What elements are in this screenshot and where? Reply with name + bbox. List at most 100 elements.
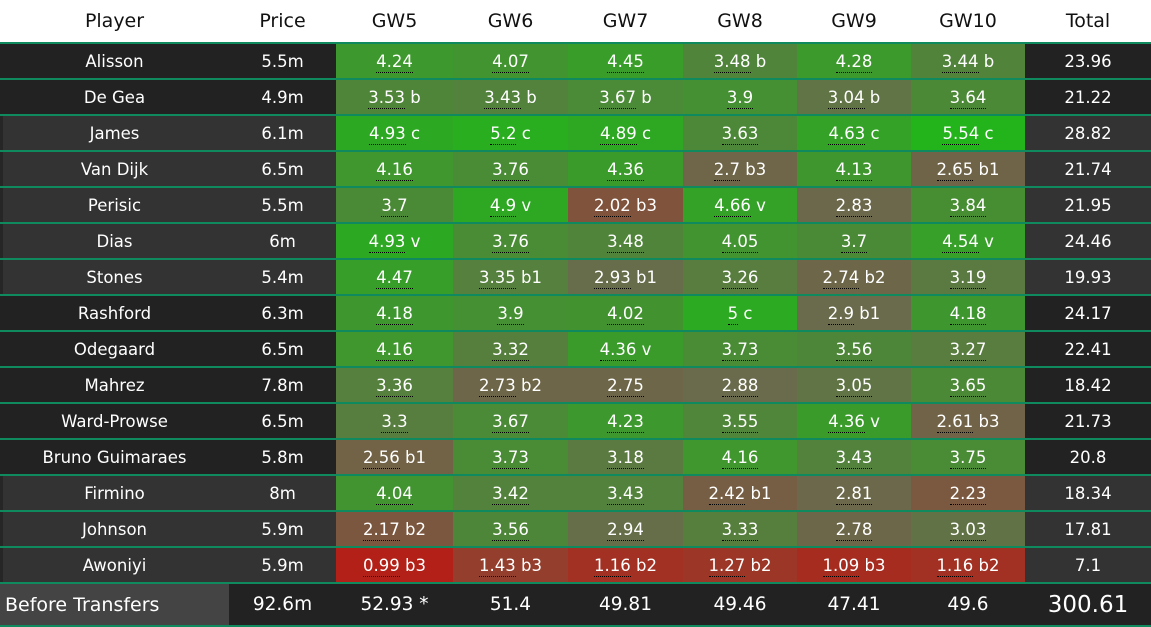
gw-points-cell[interactable]: 1.16 b2 — [568, 547, 683, 584]
player-name[interactable]: Alisson — [0, 43, 229, 80]
gw-points-cell[interactable]: 4.54 v — [911, 223, 1025, 260]
column-header-gw7[interactable]: GW7 — [568, 0, 683, 44]
gw-points-cell[interactable]: 3.44 b — [911, 43, 1025, 80]
gw-points-cell[interactable]: 3.36 — [336, 367, 453, 404]
gw-points-cell[interactable]: 3.42 — [453, 475, 568, 512]
gw-points-cell[interactable]: 4.28 — [797, 43, 911, 80]
gw-points-cell[interactable]: 2.74 b2 — [797, 259, 911, 296]
gw-points-cell[interactable]: 2.94 — [568, 511, 683, 548]
gw-points-cell[interactable]: 3.3 — [336, 403, 453, 440]
gw-points-cell[interactable]: 3.27 — [911, 331, 1025, 368]
gw-points-cell[interactable]: 1.09 b3 — [797, 547, 911, 584]
gw-points-cell[interactable]: 4.23 — [568, 403, 683, 440]
gw-points-cell[interactable]: 3.75 — [911, 439, 1025, 476]
gw-points-cell[interactable]: 4.04 — [336, 475, 453, 512]
gw-points-cell[interactable]: 3.67 b — [568, 79, 683, 116]
gw-points-cell[interactable]: 4.02 — [568, 295, 683, 332]
gw-points-cell[interactable]: 2.23 — [911, 475, 1025, 512]
gw-points-cell[interactable]: 2.78 — [797, 511, 911, 548]
gw-points-cell[interactable]: 5.54 c — [911, 115, 1025, 152]
player-name[interactable]: Bruno Guimaraes — [0, 439, 229, 476]
gw-points-cell[interactable]: 2.73 b2 — [453, 367, 568, 404]
gw-points-cell[interactable]: 4.07 — [453, 43, 568, 80]
gw-points-cell[interactable]: 3.53 b — [336, 79, 453, 116]
gw-points-cell[interactable]: 3.43 — [797, 439, 911, 476]
gw-points-cell[interactable]: 3.7 — [797, 223, 911, 260]
column-header-price[interactable]: Price — [229, 0, 336, 44]
gw-points-cell[interactable]: 2.75 — [568, 367, 683, 404]
gw-points-cell[interactable]: 3.33 — [683, 511, 797, 548]
gw-points-cell[interactable]: 3.56 — [797, 331, 911, 368]
gw-points-cell[interactable]: 1.16 b2 — [911, 547, 1025, 584]
gw-points-cell[interactable]: 3.05 — [797, 367, 911, 404]
player-name[interactable]: Stones — [0, 259, 229, 296]
player-name[interactable]: Rashford — [0, 295, 229, 332]
gw-points-cell[interactable]: 3.03 — [911, 511, 1025, 548]
gw-points-cell[interactable]: 3.35 b1 — [453, 259, 568, 296]
gw-points-cell[interactable]: 3.76 — [453, 223, 568, 260]
player-name[interactable]: Firmino — [0, 475, 229, 512]
gw-points-cell[interactable]: 4.36 — [568, 151, 683, 188]
gw-points-cell[interactable]: 4.16 — [683, 439, 797, 476]
gw-points-cell[interactable]: 4.36 v — [568, 331, 683, 368]
gw-points-cell[interactable]: 3.43 b — [453, 79, 568, 116]
gw-points-cell[interactable]: 4.47 — [336, 259, 453, 296]
gw-points-cell[interactable]: 3.64 — [911, 79, 1025, 116]
gw-points-cell[interactable]: 3.48 — [568, 223, 683, 260]
gw-points-cell[interactable]: 0.99 b3 — [336, 547, 453, 584]
gw-points-cell[interactable]: 4.63 c — [797, 115, 911, 152]
gw-points-cell[interactable]: 4.66 v — [683, 187, 797, 224]
gw-points-cell[interactable]: 2.9 b1 — [797, 295, 911, 332]
gw-points-cell[interactable]: 4.24 — [336, 43, 453, 80]
gw-points-cell[interactable]: 3.73 — [683, 331, 797, 368]
gw-points-cell[interactable]: 4.89 c — [568, 115, 683, 152]
gw-points-cell[interactable]: 4.93 c — [336, 115, 453, 152]
player-name[interactable]: Dias — [0, 223, 229, 260]
gw-points-cell[interactable]: 2.02 b3 — [568, 187, 683, 224]
gw-points-cell[interactable]: 4.13 — [797, 151, 911, 188]
gw-points-cell[interactable]: 3.7 — [336, 187, 453, 224]
gw-points-cell[interactable]: 3.73 — [453, 439, 568, 476]
column-header-gw8[interactable]: GW8 — [683, 0, 797, 44]
gw-points-cell[interactable]: 3.76 — [453, 151, 568, 188]
gw-points-cell[interactable]: 3.65 — [911, 367, 1025, 404]
gw-points-cell[interactable]: 2.65 b1 — [911, 151, 1025, 188]
gw-points-cell[interactable]: 2.56 b1 — [336, 439, 453, 476]
gw-points-cell[interactable]: 3.55 — [683, 403, 797, 440]
player-name[interactable]: Van Dijk — [0, 151, 229, 188]
player-name[interactable]: Odegaard — [0, 331, 229, 368]
gw-points-cell[interactable]: 5 c — [683, 295, 797, 332]
gw-points-cell[interactable]: 2.93 b1 — [568, 259, 683, 296]
player-name[interactable]: Johnson — [0, 511, 229, 548]
gw-points-cell[interactable]: 4.18 — [336, 295, 453, 332]
gw-points-cell[interactable]: 4.93 v — [336, 223, 453, 260]
gw-points-cell[interactable]: 3.56 — [453, 511, 568, 548]
gw-points-cell[interactable]: 3.48 b — [683, 43, 797, 80]
player-name[interactable]: Mahrez — [0, 367, 229, 404]
column-header-gw6[interactable]: GW6 — [453, 0, 568, 44]
column-header-total[interactable]: Total — [1025, 0, 1151, 44]
player-name[interactable]: Ward-Prowse — [0, 403, 229, 440]
gw-points-cell[interactable]: 3.18 — [568, 439, 683, 476]
gw-points-cell[interactable]: 1.27 b2 — [683, 547, 797, 584]
gw-points-cell[interactable]: 3.84 — [911, 187, 1025, 224]
gw-points-cell[interactable]: 2.81 — [797, 475, 911, 512]
gw-points-cell[interactable]: 3.32 — [453, 331, 568, 368]
gw-points-cell[interactable]: 2.42 b1 — [683, 475, 797, 512]
gw-points-cell[interactable]: 3.43 — [568, 475, 683, 512]
gw-points-cell[interactable]: 3.9 — [683, 79, 797, 116]
gw-points-cell[interactable]: 2.7 b3 — [683, 151, 797, 188]
gw-points-cell[interactable]: 3.26 — [683, 259, 797, 296]
column-header-gw5[interactable]: GW5 — [336, 0, 453, 44]
gw-points-cell[interactable]: 3.04 b — [797, 79, 911, 116]
gw-points-cell[interactable]: 3.9 — [453, 295, 568, 332]
gw-points-cell[interactable]: 3.67 — [453, 403, 568, 440]
gw-points-cell[interactable]: 4.05 — [683, 223, 797, 260]
gw-points-cell[interactable]: 3.19 — [911, 259, 1025, 296]
gw-points-cell[interactable]: 2.83 — [797, 187, 911, 224]
gw-points-cell[interactable]: 2.88 — [683, 367, 797, 404]
gw-points-cell[interactable]: 4.9 v — [453, 187, 568, 224]
gw-points-cell[interactable]: 1.43 b3 — [453, 547, 568, 584]
player-name[interactable]: Perisic — [0, 187, 229, 224]
gw-points-cell[interactable]: 2.17 b2 — [336, 511, 453, 548]
